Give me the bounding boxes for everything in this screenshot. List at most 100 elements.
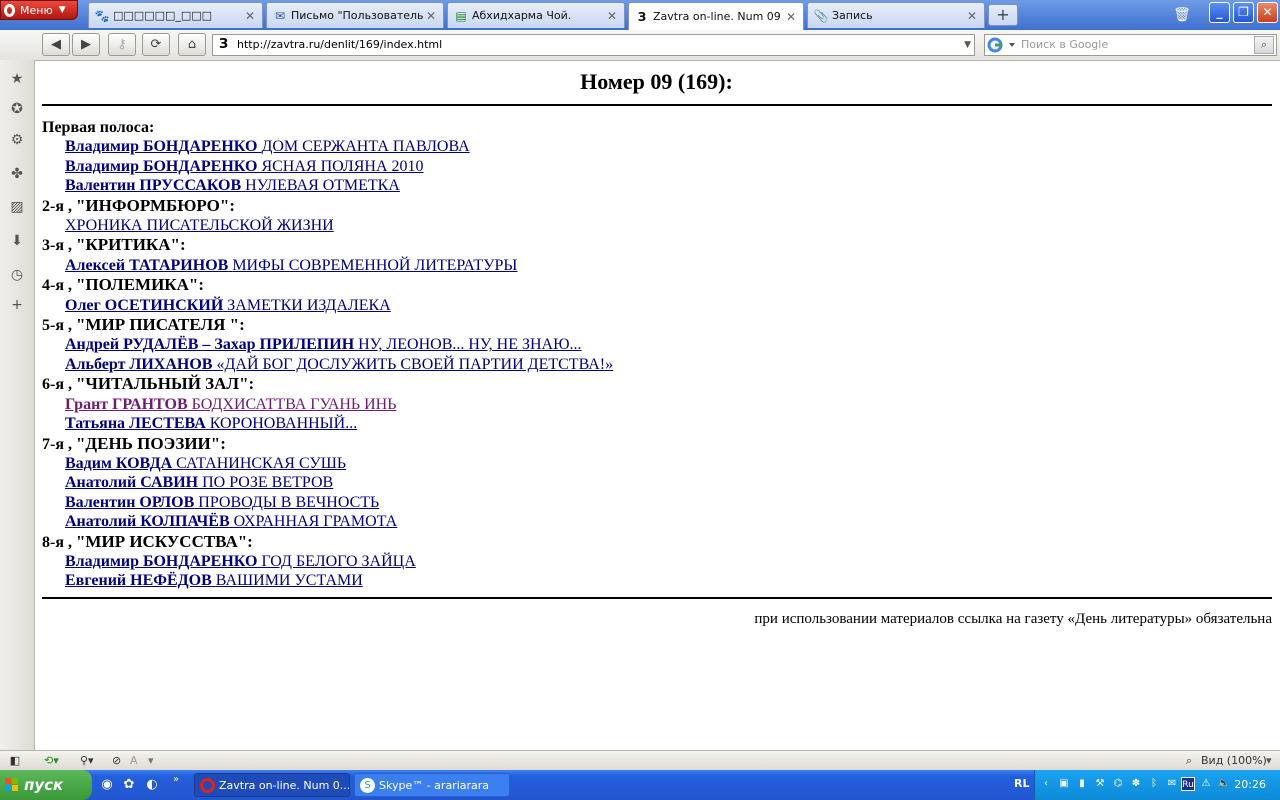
reload-button[interactable]: ⟳ (142, 33, 170, 56)
section-heading: 4-я , "ПОЛЕМИКА": (42, 275, 613, 295)
chevron-down-icon[interactable]: ▾ (148, 753, 154, 769)
minimize-button[interactable]: _ (1209, 2, 1230, 23)
content-blocker-icon[interactable]: ⊘ (112, 753, 121, 769)
sync-icon[interactable]: ⟲▾ (44, 753, 59, 769)
tab-3[interactable]: ▤ Абхидхарма Чой. ✕ (447, 2, 625, 28)
font-button[interactable]: A (130, 753, 138, 769)
tab-5[interactable]: 📎 Запись ✕ (807, 2, 985, 28)
bookmarks-panel-icon[interactable]: ★ (8, 70, 26, 88)
minimize-icon: _ (1216, 5, 1223, 19)
downloads-icon[interactable]: ⬇ (8, 232, 26, 250)
new-tab-button[interactable]: + (988, 4, 1018, 26)
firefox-icon[interactable]: ◐ (144, 777, 160, 793)
url-field[interactable]: З http://zavtra.ru/denlit/169/index.html… (212, 34, 975, 56)
section-number: 6-я , (42, 376, 72, 394)
maximize-button[interactable]: ❐ (1233, 2, 1254, 23)
notes-icon[interactable]: ▨ (8, 198, 26, 216)
article-item: Валентин ПРУССАКОВ НУЛЕВАЯ ОТМЕТКА (42, 176, 613, 195)
section-number: 8-я , (42, 533, 72, 551)
history-icon[interactable]: ◷ (8, 266, 26, 284)
plus-icon: + (996, 5, 1010, 24)
article-link[interactable]: Анатолий САВИН ПО РОЗЕ ВЕТРОВ (65, 474, 333, 491)
speed-dial-icon[interactable]: ✪ (8, 100, 26, 118)
panel-toggle-icon[interactable]: ◧ (6, 753, 24, 769)
add-panel-icon[interactable]: + (8, 296, 26, 314)
article-link[interactable]: Альберт ЛИХАНОВ «ДАЙ БОГ ДОСЛУЖИТЬ СВОЕЙ… (65, 356, 613, 373)
close-window-button[interactable]: ✕ (1257, 2, 1278, 23)
article-item: Андрей РУДАЛЁВ – Захар ПРИЛЕПИН НУ, ЛЕОН… (42, 335, 613, 354)
article-link[interactable]: Владимир БОНДАРЕНКО ГОД БЕЛОГО ЗАЙЦА (65, 553, 416, 570)
chevron-down-icon[interactable]: ▼ (964, 35, 971, 55)
reload-icon: ⟳ (150, 37, 162, 52)
close-icon[interactable]: ✕ (244, 9, 256, 23)
article-title: МИФЫ СОВРЕМЕННОЙ ЛИТЕРАТУРЫ (232, 256, 518, 274)
article-link[interactable]: Олег ОСЕТИНСКИЙ ЗАМЕТКИ ИЗДАЛЕКА (65, 297, 391, 314)
article-author: Владимир БОНДАРЕНКО (65, 552, 258, 570)
forward-button[interactable]: ▶ (72, 33, 100, 56)
volume-icon[interactable]: 🔈 (1217, 777, 1231, 791)
article-link[interactable]: ХРОНИКА ПИСАТЕЛЬСКОЙ ЖИЗНИ (65, 217, 334, 234)
close-icon[interactable]: ✕ (606, 9, 618, 23)
section-title: "ЧИТАЛЬНЫЙ ЗАЛ": (75, 374, 255, 394)
article-title: САТАНИНСКАЯ СУШЬ (176, 454, 347, 472)
article-link[interactable]: Грант ГРАНТОВ БОДХИСАТТВА ГУАНЬ ИНЬ (65, 396, 396, 413)
zoom-label[interactable]: Вид (100%) (1201, 753, 1267, 769)
copyright-notice: при использовании материалов ссылка на г… (754, 611, 1272, 627)
tray-warning-icon[interactable]: ⚠ (1199, 777, 1213, 791)
close-icon[interactable]: ✕ (966, 9, 978, 23)
tray-expand-icon[interactable]: ‹ (1039, 777, 1053, 791)
article-link[interactable]: Владимир БОНДАРЕНКО ДОМ СЕРЖАНТА ПАВЛОВА (65, 138, 470, 155)
article-link[interactable]: Валентин ПРУССАКОВ НУЛЕВАЯ ОТМЕТКА (65, 177, 400, 194)
article-title: ОХРАННАЯ ГРАМОТА (233, 513, 398, 531)
article-link[interactable]: Владимир БОНДАРЕНКО ЯСНАЯ ПОЛЯНА 2010 (65, 158, 424, 175)
wand-button[interactable]: ⚷ (108, 33, 136, 56)
chrome-icon[interactable]: ◉ (99, 777, 115, 793)
start-button[interactable]: пуск (0, 770, 92, 800)
quicklaunch-expand-icon[interactable]: » (168, 772, 184, 788)
taskbar-item-opera[interactable]: Zavtra on-line. Num 0... (194, 773, 350, 797)
bluetooth-icon[interactable]: ᛒ (1147, 777, 1161, 791)
section-heading: 7-я , "ДЕНЬ ПОЭЗИИ": (42, 434, 613, 454)
article-link[interactable]: Татьяна ЛЕСТЕВА КОРОНОВАННЫЙ... (65, 415, 357, 432)
site-favicon-icon: З (219, 37, 229, 52)
tab-1[interactable]: 🐾 □□□□□□_□□□ ✕ (88, 2, 263, 28)
tab-4[interactable]: З Zavtra on-line. Num 09 (... ✕ (628, 2, 804, 30)
tray-tool-icon[interactable]: ⚒ (1093, 777, 1107, 791)
trash-icon[interactable]: 🗑 (1172, 5, 1192, 25)
search-icon[interactable]: ⌕ (1254, 36, 1274, 54)
page-title: Номер 09 (169): (580, 69, 733, 94)
article-link[interactable]: Валентин ОРЛОВ ПРОВОДЫ В ВЕЧНОСТЬ (65, 494, 379, 511)
article-link[interactable]: Алексей ТАТАРИНОВ МИФЫ СОВРЕМЕННОЙ ЛИТЕР… (65, 257, 517, 274)
article-author: Валентин ОРЛОВ (65, 493, 195, 511)
flower-icon[interactable]: ✿ (121, 777, 137, 793)
search-input[interactable]: Поиск в Google ⌕ (984, 34, 1277, 56)
chevron-down-icon[interactable]: ▾ (1266, 753, 1272, 769)
widgets-icon[interactable]: ⚙ (8, 131, 26, 149)
section-number: 2-я , (42, 197, 72, 215)
google-icon[interactable] (987, 37, 1019, 53)
tray-app-icon[interactable]: ▣ (1057, 777, 1071, 791)
taskbar-item-skype[interactable]: S Skype™ - arariarara (354, 773, 510, 797)
mail-icon: ✉ (274, 8, 286, 23)
unite-icon[interactable]: ✤ (8, 165, 26, 183)
article-link[interactable]: Андрей РУДАЛЁВ – Захар ПРИЛЕПИН НУ, ЛЕОН… (65, 336, 582, 353)
mail-agent-icon[interactable]: ✉ (1165, 777, 1179, 791)
opera-menu-button[interactable]: Меню ▼ (0, 0, 78, 20)
section-title: "МИР ПИСАТЕЛЯ ": (75, 315, 245, 335)
close-icon: ✕ (1262, 5, 1273, 19)
close-icon[interactable]: ✕ (785, 10, 797, 24)
back-button[interactable]: ◀ (42, 33, 70, 56)
article-author: Валентин ПРУССАКОВ (65, 177, 242, 195)
home-button[interactable]: ⌂ (178, 33, 206, 56)
icq-icon[interactable]: ✽ (1129, 777, 1143, 791)
keyboard-language-ru[interactable]: Ru (1181, 777, 1195, 791)
article-link[interactable]: Вадим КОВДА САТАНИНСКАЯ СУШЬ (65, 455, 346, 472)
article-link[interactable]: Евгений НЕФЁДОВ ВАШИМИ УСТАМИ (65, 572, 363, 589)
language-indicator[interactable]: RL (1014, 777, 1029, 790)
network-icon[interactable]: ⌬ (1111, 777, 1125, 791)
tab-2[interactable]: ✉ Письмо "Пользователь ... ✕ (266, 2, 444, 28)
network-signal-icon[interactable]: ▮ (1075, 777, 1089, 791)
close-icon[interactable]: ✕ (425, 9, 437, 23)
turbo-icon[interactable]: ⚲▾ (80, 753, 94, 769)
article-link[interactable]: Анатолий КОЛПАЧЁВ ОХРАННАЯ ГРАМОТА (65, 513, 397, 530)
